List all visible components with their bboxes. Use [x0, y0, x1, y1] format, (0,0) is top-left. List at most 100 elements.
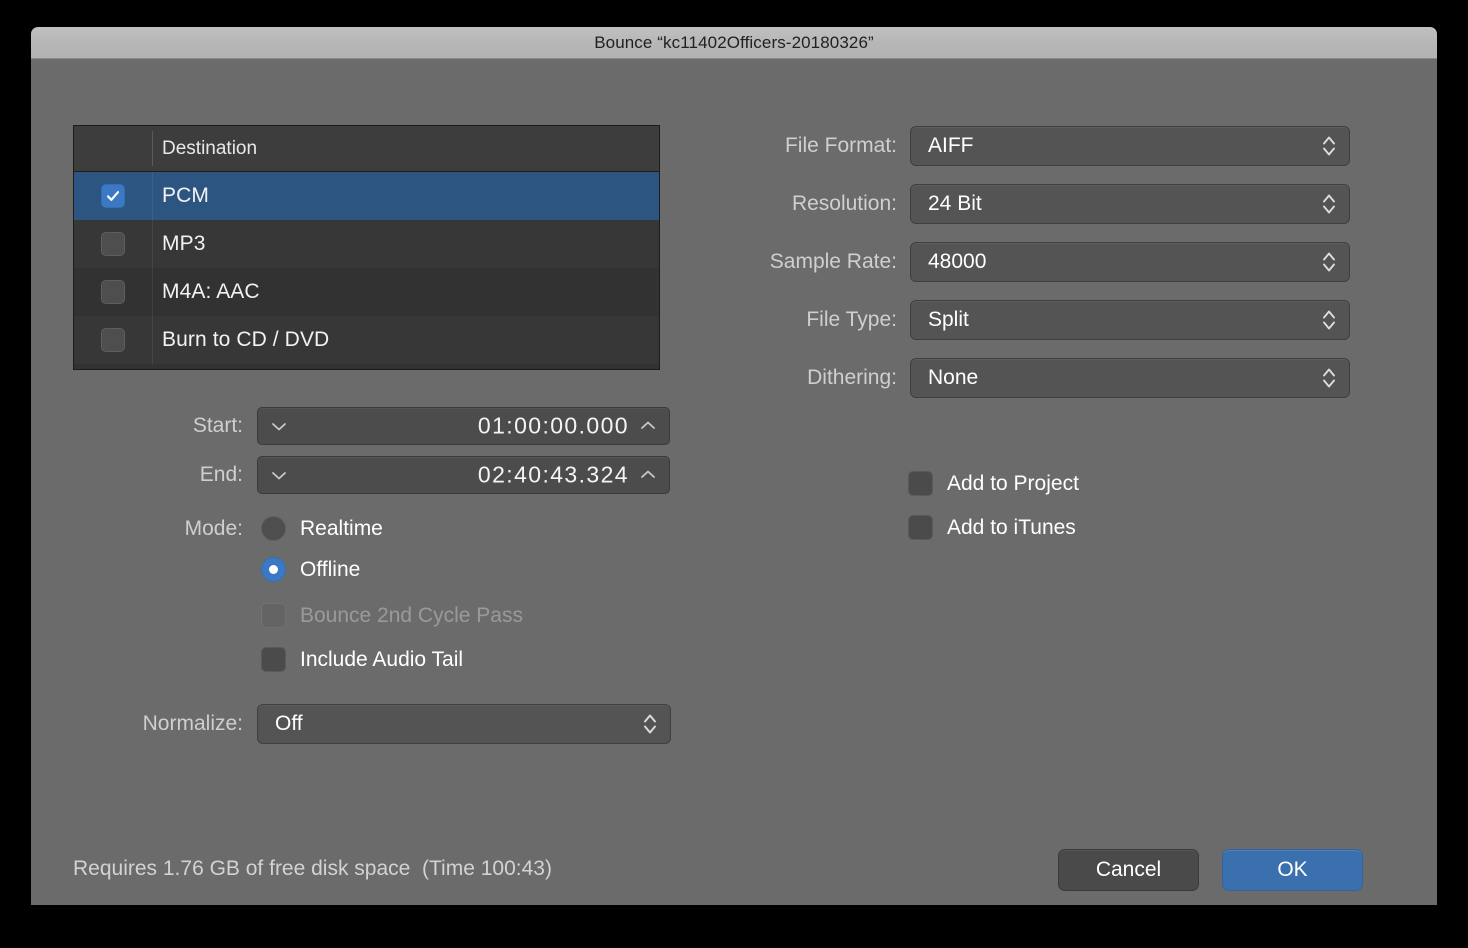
- file-type-value: Split: [928, 308, 969, 331]
- chevron-up-icon[interactable]: [639, 420, 657, 432]
- mode-offline-row: Offline: [261, 557, 360, 582]
- resolution-select[interactable]: 24 Bit: [910, 184, 1350, 224]
- checkbox-bounce-2nd-cycle-pass: Bounce 2nd Cycle Pass: [261, 603, 523, 628]
- sample-rate-row: Sample Rate: 48000: [681, 242, 1350, 282]
- disk-space-status: Requires 1.76 GB of free disk space (Tim…: [73, 857, 552, 880]
- checkbox-include-audio-tail-control[interactable]: [261, 647, 286, 672]
- dithering-row: Dithering: None: [681, 358, 1350, 398]
- sample-rate-value: 48000: [928, 250, 987, 273]
- file-type-select[interactable]: Split: [910, 300, 1350, 340]
- add-to-itunes-row: Add to iTunes: [908, 515, 1076, 540]
- row-divider: [152, 316, 153, 364]
- table-row[interactable]: MP3: [74, 220, 659, 268]
- destination-checkbox-pcm[interactable]: [101, 184, 125, 208]
- radio-dot: [269, 565, 278, 574]
- destination-label: M4A: AAC: [162, 280, 260, 303]
- destination-table[interactable]: Destination PCM MP3 M4A: AAC Burn to CD …: [73, 125, 660, 370]
- include-audio-tail-row: Include Audio Tail: [261, 647, 463, 672]
- destination-checkbox-mp3[interactable]: [101, 232, 125, 256]
- checkbox-bounce-2nd-cycle-pass-label: Bounce 2nd Cycle Pass: [300, 603, 523, 627]
- mode-realtime-row: Mode: Realtime: [163, 516, 383, 541]
- table-row[interactable]: PCM: [74, 172, 659, 220]
- sample-rate-select[interactable]: 48000: [910, 242, 1350, 282]
- chevron-updown-icon[interactable]: [1321, 133, 1337, 159]
- radio-realtime-control[interactable]: [261, 516, 286, 541]
- resolution-value: 24 Bit: [928, 192, 982, 215]
- dialog-title: Bounce “kc11402Officers-20180326”: [594, 32, 874, 52]
- normalize-row: Normalize: Off: [103, 704, 671, 744]
- radio-offline[interactable]: Offline: [261, 557, 360, 582]
- table-row[interactable]: Burn to CD / DVD: [74, 316, 659, 364]
- file-format-select[interactable]: AIFF: [910, 126, 1350, 166]
- destination-checkbox-cell[interactable]: [74, 280, 152, 304]
- check-icon: [106, 191, 120, 201]
- destination-checkbox-cell[interactable]: [74, 184, 152, 208]
- start-time-value: 01:00:00.000: [477, 412, 629, 439]
- destination-label: MP3: [162, 232, 206, 255]
- destination-checkbox-burn-cd-dvd[interactable]: [101, 328, 125, 352]
- file-format-value: AIFF: [928, 134, 974, 157]
- resolution-label: Resolution:: [791, 192, 897, 215]
- file-format-label: File Format:: [784, 134, 897, 157]
- row-divider: [152, 220, 153, 268]
- destination-label: PCM: [162, 184, 209, 207]
- file-type-row: File Type: Split: [681, 300, 1350, 340]
- radio-offline-control[interactable]: [261, 557, 286, 582]
- chevron-updown-icon[interactable]: [1321, 191, 1337, 217]
- destination-column-header: Destination: [162, 138, 258, 159]
- checkbox-add-to-project-label: Add to Project: [947, 471, 1079, 495]
- checkbox-include-audio-tail[interactable]: Include Audio Tail: [261, 647, 463, 672]
- checkbox-add-to-itunes[interactable]: Add to iTunes: [908, 515, 1076, 540]
- screen: Bounce “kc11402Officers-20180326” Destin…: [0, 0, 1468, 948]
- chevron-updown-icon[interactable]: [1321, 249, 1337, 275]
- dithering-label: Dithering:: [807, 366, 897, 389]
- end-time-value: 02:40:43.324: [477, 461, 629, 488]
- row-divider: [152, 268, 153, 316]
- checkbox-add-to-project-control[interactable]: [908, 471, 933, 496]
- file-format-row: File Format: AIFF: [681, 126, 1350, 166]
- start-time-field[interactable]: 01:00:00.000: [257, 407, 670, 445]
- chevron-updown-icon[interactable]: [642, 711, 658, 737]
- checkbox-add-to-itunes-label: Add to iTunes: [947, 515, 1076, 539]
- table-row[interactable]: M4A: AAC: [74, 268, 659, 316]
- dithering-value: None: [928, 366, 979, 389]
- radio-realtime[interactable]: Realtime: [261, 516, 383, 541]
- start-label: Start:: [192, 414, 243, 437]
- radio-offline-label: Offline: [300, 557, 361, 581]
- add-to-project-row: Add to Project: [908, 471, 1079, 496]
- destination-checkbox-cell[interactable]: [74, 328, 152, 352]
- end-label: End:: [199, 463, 243, 486]
- chevron-down-icon[interactable]: [270, 420, 288, 432]
- checkbox-include-audio-tail-label: Include Audio Tail: [300, 647, 464, 671]
- file-type-label: File Type:: [806, 308, 897, 331]
- ok-button[interactable]: OK: [1222, 849, 1363, 891]
- row-divider: [152, 172, 153, 220]
- cancel-button[interactable]: Cancel: [1058, 849, 1199, 891]
- start-row: Start: 01:00:00.000: [163, 407, 670, 445]
- normalize-label: Normalize:: [142, 712, 243, 735]
- checkbox-bounce-2nd-cycle-pass-control: [261, 603, 286, 628]
- checkbox-add-to-itunes-control[interactable]: [908, 515, 933, 540]
- chevron-up-icon[interactable]: [639, 469, 657, 481]
- checkbox-add-to-project[interactable]: Add to Project: [908, 471, 1079, 496]
- chevron-updown-icon[interactable]: [1321, 307, 1337, 333]
- sample-rate-label: Sample Rate:: [769, 250, 897, 273]
- column-divider: [152, 131, 153, 166]
- bounce-dialog: Bounce “kc11402Officers-20180326” Destin…: [31, 27, 1437, 905]
- end-time-field[interactable]: 02:40:43.324: [257, 456, 670, 494]
- destination-label: Burn to CD / DVD: [162, 328, 330, 351]
- mode-label: Mode:: [184, 516, 243, 540]
- normalize-select[interactable]: Off: [257, 704, 671, 744]
- resolution-row: Resolution: 24 Bit: [681, 184, 1350, 224]
- radio-realtime-label: Realtime: [300, 516, 383, 540]
- dialog-titlebar[interactable]: Bounce “kc11402Officers-20180326”: [31, 27, 1437, 59]
- dithering-select[interactable]: None: [910, 358, 1350, 398]
- chevron-down-icon[interactable]: [270, 469, 288, 481]
- chevron-updown-icon[interactable]: [1321, 365, 1337, 391]
- normalize-value: Off: [275, 712, 303, 735]
- destination-checkbox-m4a-aac[interactable]: [101, 280, 125, 304]
- dialog-body: Destination PCM MP3 M4A: AAC Burn to CD …: [31, 59, 1437, 905]
- bounce-2nd-cycle-pass-row: Bounce 2nd Cycle Pass: [261, 603, 523, 628]
- destination-checkbox-cell[interactable]: [74, 232, 152, 256]
- destination-table-header: Destination: [74, 126, 659, 172]
